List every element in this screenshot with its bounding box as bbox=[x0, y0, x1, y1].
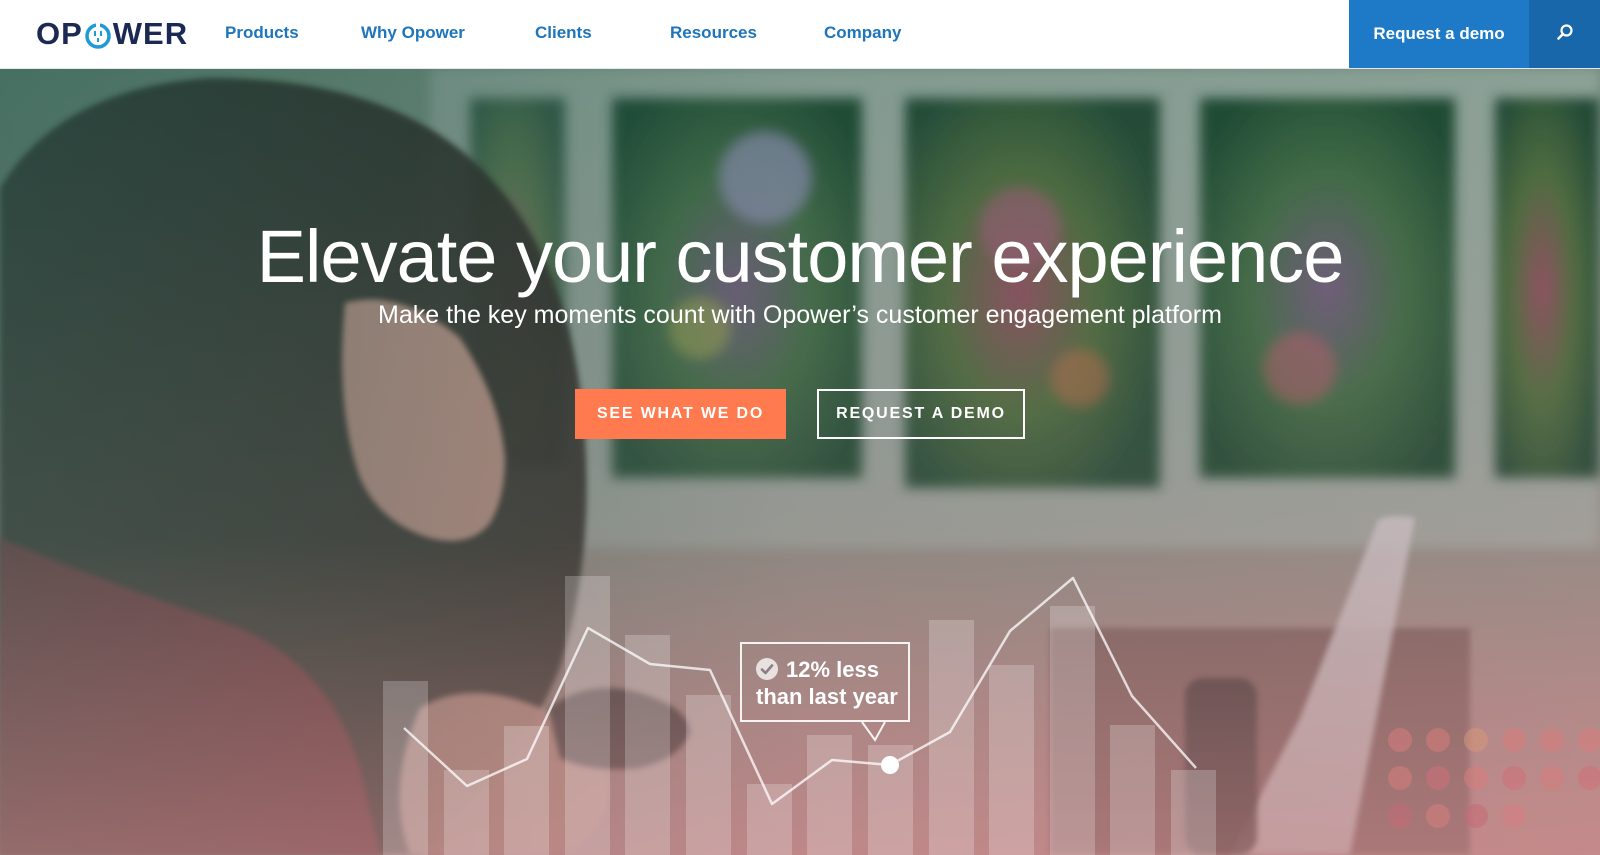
nav-resources[interactable]: Resources bbox=[670, 23, 757, 43]
checkmark-icon bbox=[756, 658, 778, 680]
callout-line-2: than last year bbox=[756, 684, 898, 709]
energy-usage-chart bbox=[383, 576, 1216, 855]
hero-subtitle: Make the key moments count with Opower’s… bbox=[378, 301, 1222, 329]
callout-line-1: 12% less bbox=[786, 657, 879, 682]
search-icon bbox=[1556, 23, 1574, 46]
hero-title: Elevate your customer experience bbox=[256, 215, 1345, 298]
hero-request-demo-button[interactable]: REQUEST A DEMO bbox=[817, 389, 1025, 439]
nav-company[interactable]: Company bbox=[824, 23, 901, 43]
nav-clients[interactable]: Clients bbox=[535, 23, 592, 43]
highlight-point bbox=[881, 756, 899, 774]
search-button[interactable] bbox=[1529, 0, 1600, 68]
plug-face-icon bbox=[85, 21, 111, 49]
logo-text-right: WER bbox=[112, 16, 189, 51]
hero-section: 12% less than last year Elevate your cus… bbox=[0, 68, 1600, 855]
logo-text-left: OP bbox=[36, 16, 83, 51]
nav-products[interactable]: Products bbox=[225, 23, 299, 43]
opower-logo[interactable]: OP WER bbox=[36, 16, 188, 52]
request-demo-button[interactable]: Request a demo bbox=[1349, 0, 1529, 68]
usage-callout: 12% less than last year bbox=[740, 642, 910, 722]
top-navigation-bar: OP WER Products Why Opower Clients Resou… bbox=[0, 0, 1600, 69]
nav-why-opower[interactable]: Why Opower bbox=[361, 23, 465, 43]
see-what-we-do-button[interactable]: SEE WHAT WE DO bbox=[575, 389, 786, 439]
